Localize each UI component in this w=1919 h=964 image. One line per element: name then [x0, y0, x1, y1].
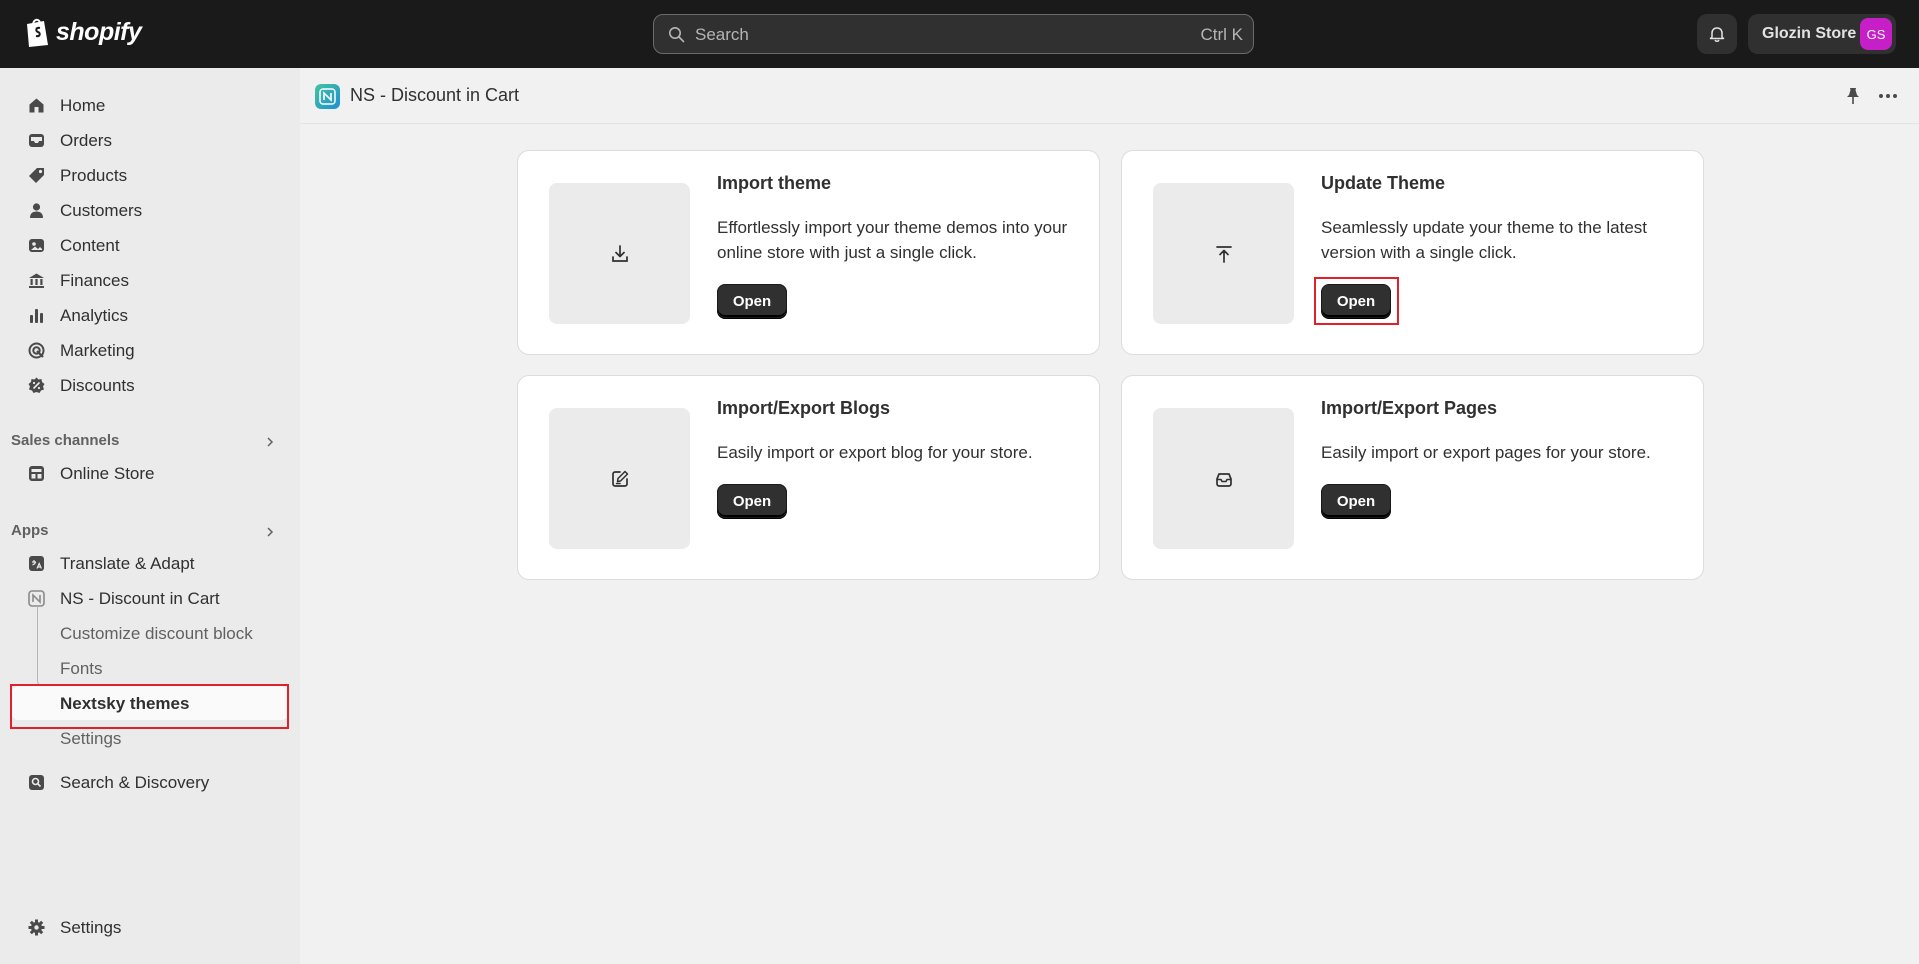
search-placeholder: Search [695, 25, 749, 44]
sidebar-item-finances[interactable]: Finances [11, 263, 289, 297]
sidebar-item-label: Online Store [60, 464, 155, 483]
sidebar-subitem-settings[interactable]: Settings [11, 721, 289, 755]
card-update-theme: Update Theme Seamlessly update your them… [1121, 150, 1704, 355]
sidebar-subitem-nextsky-themes[interactable]: Nextsky themes [11, 686, 289, 720]
download-icon [611, 244, 628, 262]
card-description: Effortlessly import your theme demos int… [717, 218, 1068, 262]
sidebar-item-discounts[interactable]: Discounts [11, 368, 289, 402]
sidebar-item-customers[interactable]: Customers [11, 193, 289, 227]
page-header: NS - Discount in Cart [300, 68, 1919, 124]
card-import-export-blogs: Import/Export Blogs Easily import or exp… [517, 375, 1100, 580]
edit-icon [611, 470, 628, 487]
sidebar-item-settings[interactable]: Settings [11, 910, 289, 944]
search-discovery-icon [29, 775, 44, 790]
home-icon [29, 98, 44, 113]
person-icon [30, 203, 43, 218]
card-import-export-pages: Import/Export Pages Easily import or exp… [1121, 375, 1704, 580]
sidebar-item-orders[interactable]: Orders [11, 123, 289, 157]
open-button[interactable]: Open [717, 484, 787, 518]
card-thumbnail [1153, 183, 1294, 324]
avatar: GS [1860, 18, 1892, 50]
sidebar-item-label: Home [60, 96, 106, 115]
top-bar: shopify Search Ctrl K Glozin Store GS [0, 0, 1919, 68]
sales-channels-title[interactable]: Sales channels [11, 432, 119, 449]
sidebar-item-label: Content [60, 236, 120, 255]
sidebar-item-label: Marketing [60, 341, 135, 360]
brand-name: shopify [56, 17, 142, 46]
card-description: Easily import or export pages for your s… [1321, 443, 1651, 462]
chevron-right-icon[interactable] [263, 525, 277, 539]
sidebar-subitem-label: Nextsky themes [60, 694, 190, 713]
card-thumbnail [549, 183, 690, 324]
bar-chart-icon [30, 309, 43, 323]
sidebar-subitem-label: Customize discount block [60, 624, 253, 643]
open-button[interactable]: Open [717, 284, 787, 318]
sidebar-item-label: Discounts [60, 376, 135, 395]
sidebar-subitem-label: Fonts [60, 659, 103, 678]
bank-icon [29, 273, 44, 288]
search-icon [669, 27, 685, 43]
tray-icon [1215, 472, 1232, 487]
target-icon [28, 342, 45, 359]
store-menu-button[interactable]: Glozin Store GS [1748, 14, 1896, 54]
sidebar-item-translate[interactable]: Translate & Adapt [11, 546, 289, 580]
bell-icon [1709, 27, 1725, 42]
sidebar-item-label: Settings [60, 918, 122, 937]
card-title: Import/Export Pages [1321, 398, 1498, 418]
store-name: Glozin Store [1762, 25, 1857, 42]
sidebar-item-label: NS - Discount in Cart [60, 589, 220, 608]
search-bar[interactable]: Search Ctrl K [653, 14, 1254, 54]
card-title: Import theme [717, 173, 832, 193]
card-title: Import/Export Blogs [717, 398, 891, 418]
tag-icon [29, 168, 44, 183]
sidebar-item-label: Finances [60, 271, 129, 290]
sidebar-item-label: Analytics [60, 306, 129, 325]
sidebar-item-online-store[interactable]: Online Store [11, 456, 289, 490]
discount-icon [28, 377, 45, 393]
open-button[interactable]: Open [1321, 284, 1391, 318]
sidebar-subitem-label: Settings [60, 729, 122, 748]
card-thumbnail [549, 408, 690, 549]
apps-title[interactable]: Apps [11, 522, 49, 539]
card-import-theme: Import theme Effortlessly import your th… [517, 150, 1100, 355]
card-description: Easily import or export blog for your st… [717, 443, 1033, 462]
notifications-button[interactable] [1697, 14, 1737, 54]
sidebar-item-search-discovery[interactable]: Search & Discovery [11, 765, 289, 799]
inbox-icon [29, 134, 44, 147]
sidebar-item-label: Orders [60, 131, 112, 150]
shopify-bag-icon [27, 18, 48, 47]
online-store-icon [29, 466, 44, 481]
sidebar-subitem-fonts[interactable]: Fonts [11, 651, 289, 685]
sidebar-item-ns-discount[interactable]: NS - Discount in Cart [11, 581, 289, 615]
card-thumbnail [1153, 408, 1294, 549]
content-icon [29, 239, 44, 252]
sidebar-item-home[interactable]: Home [11, 88, 289, 122]
page-title: NS - Discount in Cart [350, 85, 520, 105]
sidebar: Home Orders Products Customers Content F… [0, 68, 300, 964]
open-button[interactable]: Open [1321, 484, 1391, 518]
sidebar-item-marketing[interactable]: Marketing [11, 333, 289, 367]
sidebar-item-products[interactable]: Products [11, 158, 289, 192]
chevron-right-icon[interactable] [263, 435, 277, 449]
sidebar-item-analytics[interactable]: Analytics [11, 298, 289, 332]
sidebar-item-label: Products [60, 166, 128, 185]
card-description: Seamlessly update your theme to the late… [1321, 218, 1648, 262]
sidebar-item-content[interactable]: Content [11, 228, 289, 262]
sidebar-item-label: Translate & Adapt [60, 554, 195, 573]
ns-app-badge-icon [315, 84, 340, 109]
more-icon[interactable] [1876, 86, 1900, 106]
translate-icon [29, 556, 44, 571]
gear-icon [28, 919, 45, 936]
pin-icon[interactable] [1843, 86, 1863, 106]
card-title: Update Theme [1321, 173, 1446, 193]
sidebar-subitem-customize[interactable]: Customize discount block [11, 616, 289, 650]
sidebar-item-label: Search & Discovery [60, 773, 210, 792]
shopify-logo[interactable]: shopify [24, 16, 142, 48]
sidebar-item-label: Customers [60, 201, 143, 220]
search-shortcut: Ctrl K [1200, 25, 1244, 44]
upload-icon [1215, 245, 1232, 263]
